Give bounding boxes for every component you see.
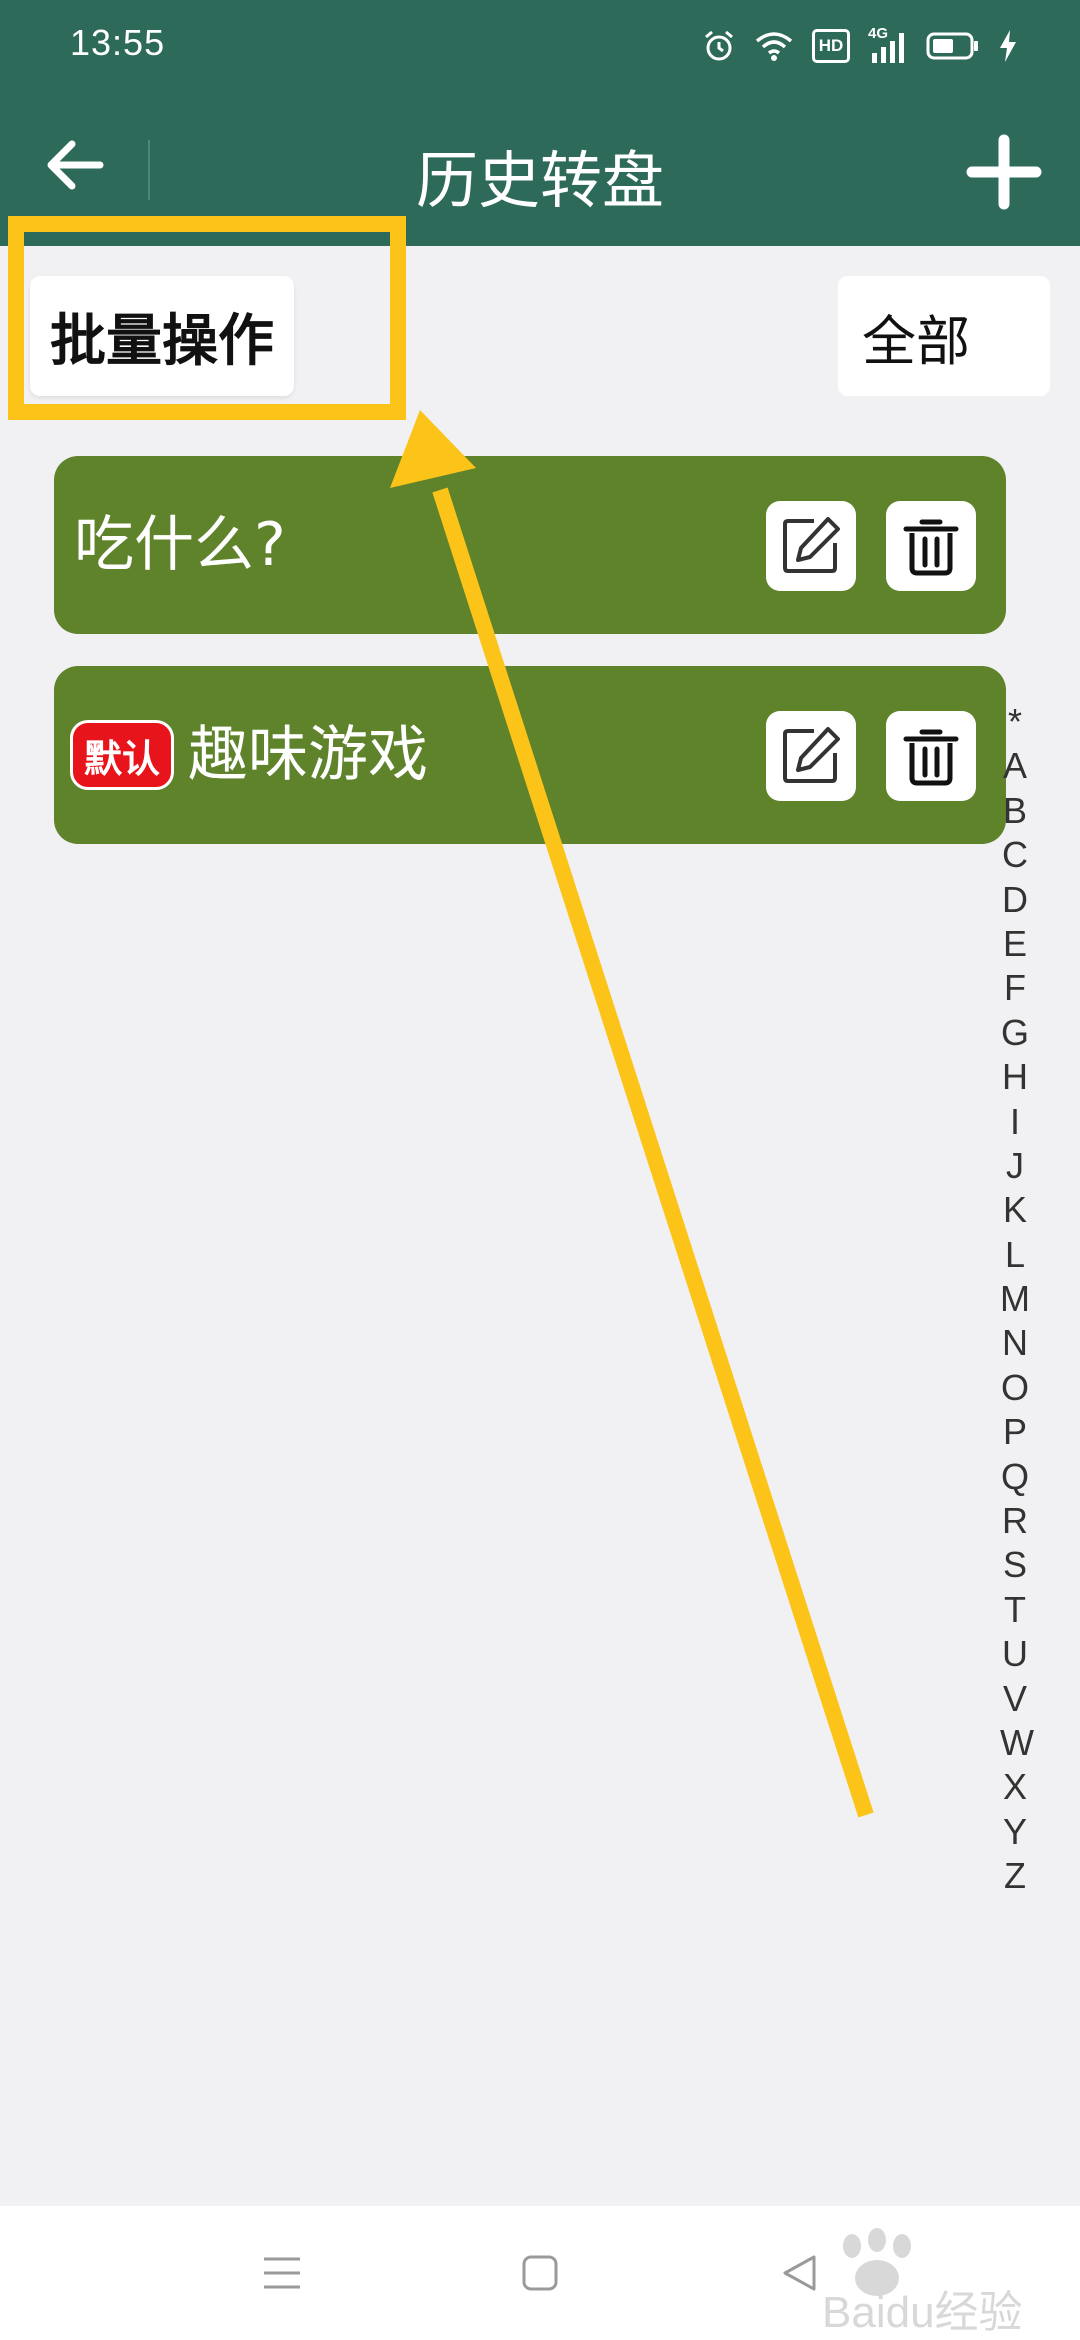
home-icon — [522, 2255, 558, 2291]
menu-icon — [264, 2257, 300, 2289]
watermark-text: Baidu经验 — [822, 2288, 1023, 2337]
back-triangle-icon — [783, 2255, 816, 2291]
watermark: Baidu经验 — [822, 2226, 1062, 2337]
nav-home-button[interactable] — [480, 2206, 600, 2340]
annotation-arrow — [390, 410, 874, 1818]
nav-menu-button[interactable] — [222, 2206, 342, 2340]
